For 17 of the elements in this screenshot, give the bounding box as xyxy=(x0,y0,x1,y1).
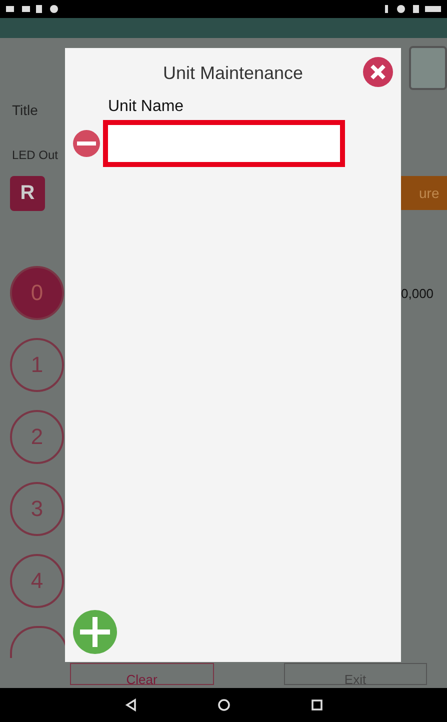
field-label: Unit Name xyxy=(108,98,185,116)
value-text: 0,000 xyxy=(401,286,435,303)
home-icon[interactable] xyxy=(216,698,230,712)
remove-icon[interactable] xyxy=(73,130,100,157)
title-label: Title xyxy=(12,102,38,118)
r-button[interactable]: R xyxy=(10,176,45,211)
add-icon[interactable] xyxy=(73,610,117,654)
recents-icon[interactable] xyxy=(310,699,322,711)
led-output-label: LED Out xyxy=(12,148,58,162)
footer-button[interactable]: Clear xyxy=(70,663,214,685)
system-status-icons xyxy=(383,4,443,14)
close-icon[interactable] xyxy=(363,57,393,87)
dialog-title: Unit Maintenance xyxy=(162,62,304,84)
channel-button[interactable]: 0 xyxy=(10,266,64,320)
action-button[interactable]: ure xyxy=(399,176,447,210)
back-icon[interactable] xyxy=(124,698,136,712)
unit-name-input[interactable] xyxy=(103,120,345,167)
